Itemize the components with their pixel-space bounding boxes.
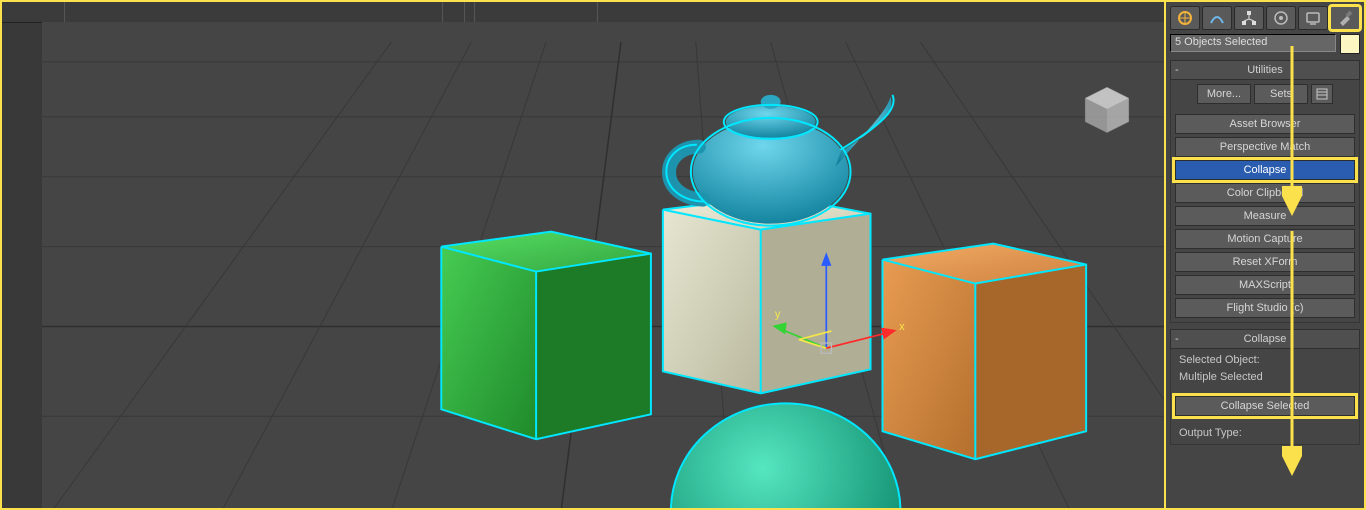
utility-asset-browser[interactable]: Asset Browser <box>1175 114 1355 134</box>
selected-object-value: Multiple Selected <box>1175 370 1355 384</box>
selection-label: 5 Objects Selected <box>1170 34 1336 52</box>
tab-create[interactable] <box>1170 6 1200 30</box>
object-box-green[interactable] <box>441 232 651 440</box>
collapse-toggle-icon: - <box>1175 64 1179 76</box>
output-type-label: Output Type: <box>1175 426 1355 440</box>
more-button[interactable]: More... <box>1197 84 1251 104</box>
object-sphere[interactable] <box>671 403 901 510</box>
collapse-selected-button[interactable]: Collapse Selected <box>1175 396 1355 416</box>
rollout-utilities-header[interactable]: - Utilities <box>1170 60 1360 80</box>
utility-color-clipboard[interactable]: Color Clipboard <box>1175 183 1355 203</box>
axis-x-label: x <box>899 321 905 333</box>
viewport-frame: y x <box>0 0 1164 510</box>
command-panel: 5 Objects Selected - Utilities More... S… <box>1164 0 1366 510</box>
rollout-collapse: - Collapse Selected Object: Multiple Sel… <box>1170 329 1360 445</box>
perspective-viewport[interactable]: y x <box>42 22 1164 508</box>
object-color-swatch[interactable] <box>1340 34 1360 54</box>
utility-measure[interactable]: Measure <box>1175 206 1355 226</box>
tab-modify[interactable] <box>1202 6 1232 30</box>
scene-objects <box>42 22 1164 510</box>
panel-tab-row <box>1170 6 1360 30</box>
tab-hierarchy[interactable] <box>1234 6 1264 30</box>
selection-row: 5 Objects Selected <box>1170 34 1360 54</box>
sets-button[interactable]: Sets <box>1254 84 1308 104</box>
rollout-utilities: - Utilities More... Sets Asset Browser P… <box>1170 60 1360 323</box>
utility-reset-xform[interactable]: Reset XForm <box>1175 252 1355 272</box>
utility-perspective-match[interactable]: Perspective Match <box>1175 137 1355 157</box>
selected-object-label: Selected Object: <box>1175 353 1355 367</box>
object-teapot[interactable] <box>666 95 893 226</box>
viewcube[interactable] <box>1080 82 1134 136</box>
transform-gizmo[interactable]: y x <box>762 247 942 367</box>
configure-button[interactable] <box>1311 84 1333 104</box>
axis-y-label: y <box>775 308 781 320</box>
utility-maxscript[interactable]: MAXScript <box>1175 275 1355 295</box>
tab-display[interactable] <box>1298 6 1328 30</box>
utility-collapse[interactable]: Collapse <box>1175 160 1355 180</box>
toolbar-strip <box>2 2 1164 23</box>
rollout-collapse-header[interactable]: - Collapse <box>1170 329 1360 349</box>
configure-icon <box>1316 88 1328 100</box>
rollout-collapse-title: Collapse <box>1244 333 1287 345</box>
collapse-toggle-icon: - <box>1175 333 1179 345</box>
utility-flight-studio[interactable]: Flight Studio (c) <box>1175 298 1355 318</box>
rollout-utilities-title: Utilities <box>1247 64 1282 76</box>
tab-motion[interactable] <box>1266 6 1296 30</box>
utility-motion-capture[interactable]: Motion Capture <box>1175 229 1355 249</box>
tab-utilities[interactable] <box>1330 6 1360 30</box>
